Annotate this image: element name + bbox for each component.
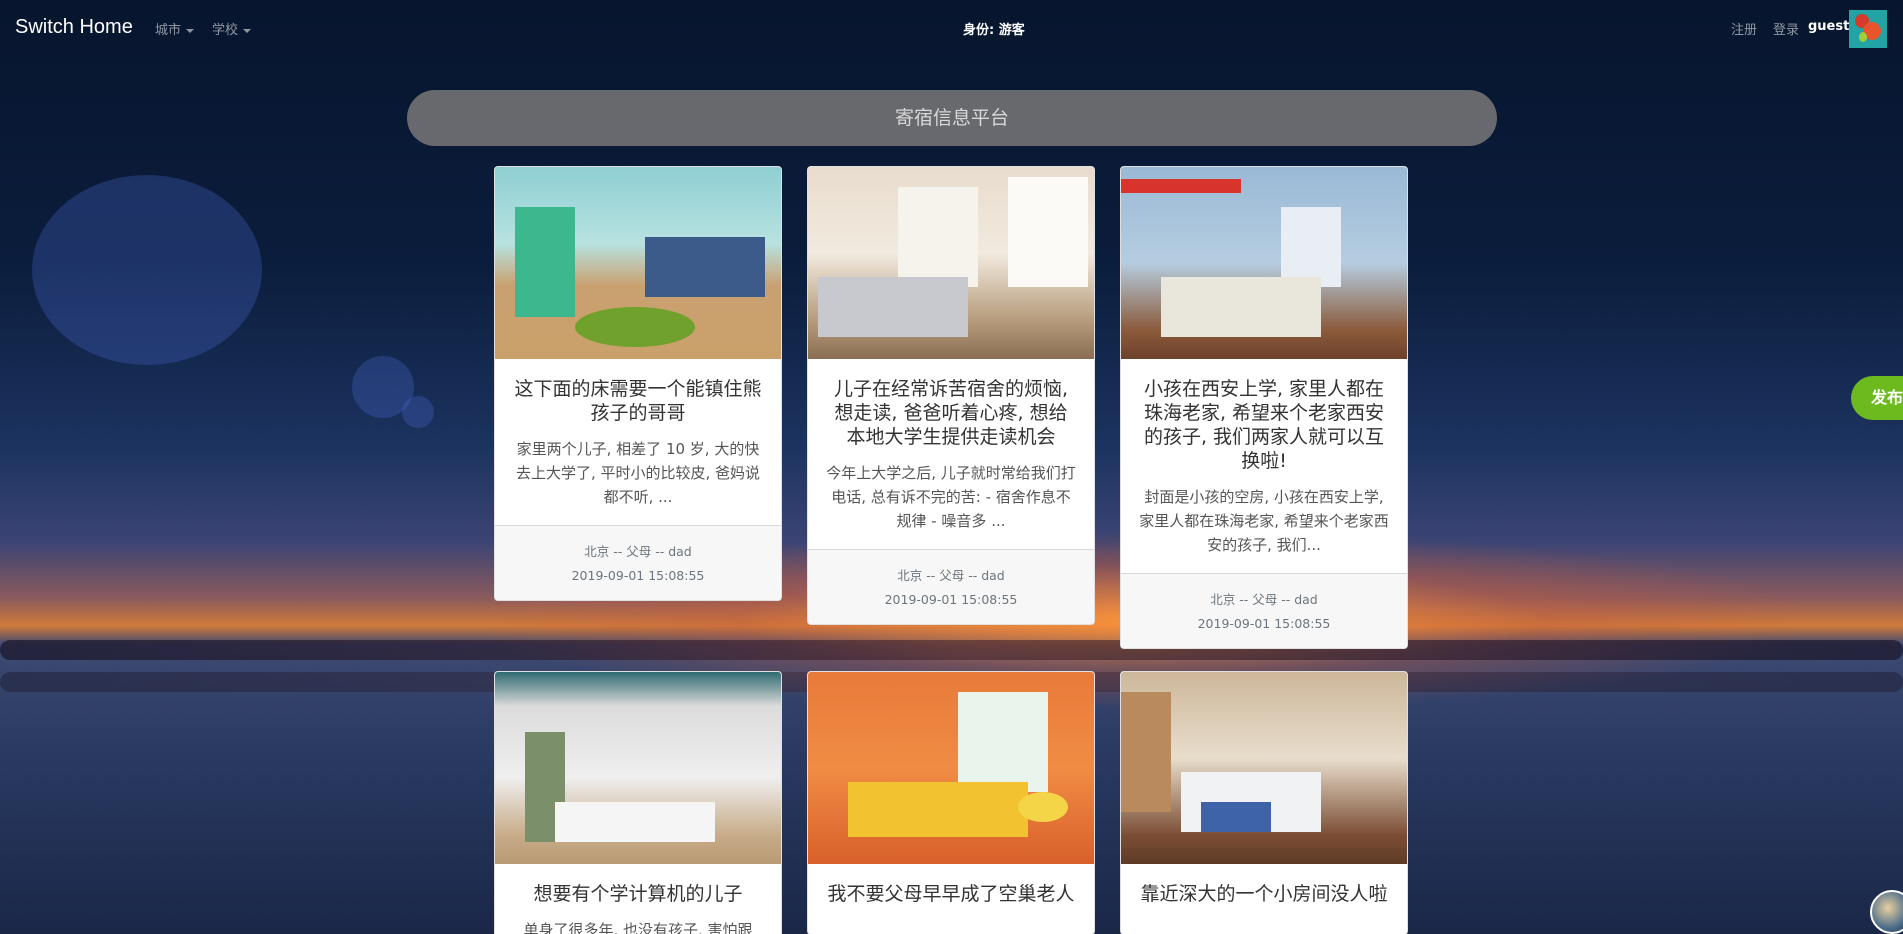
listing-footer: 北京 -- 父母 -- dad 2019-09-01 15:08:55: [1121, 573, 1407, 648]
chat-avatar[interactable]: [1870, 890, 1903, 934]
listing-card[interactable]: 我不要父母早早成了空巢老人: [807, 671, 1095, 934]
search-input[interactable]: [407, 90, 1497, 146]
listing-timestamp: 2019-09-01 15:08:55: [1197, 616, 1331, 631]
register-link[interactable]: 注册: [1731, 19, 1757, 38]
school-dropdown-label: 学校: [212, 23, 239, 38]
listing-title[interactable]: 小孩在西安上学, 家里人都在珠海老家, 希望来个老家西安的孩子, 我们两家人就可…: [1139, 377, 1389, 473]
listing-description: 单身了很多年, 也没有孩子, 害怕跟: [523, 921, 753, 934]
listing-title[interactable]: 这下面的床需要一个能镇住熊孩子的哥哥: [513, 377, 763, 425]
listing-title[interactable]: 想要有个学计算机的儿子: [513, 882, 763, 906]
listing-image[interactable]: [1121, 672, 1407, 864]
listing-card[interactable]: 想要有个学计算机的儿子 单身了很多年, 也没有孩子, 害怕跟: [494, 671, 782, 934]
listing-image[interactable]: [808, 167, 1094, 359]
listing-footer: 北京 -- 父母 -- dad 2019-09-01 15:08:55: [808, 549, 1094, 624]
listing-description: 封面是小孩的空房, 小孩在西安上学, 家里人都在珠海老家, 希望来个老家西安的孩…: [1139, 488, 1389, 554]
background-bokeh: [352, 356, 414, 418]
background-bokeh: [32, 175, 262, 365]
listing-title[interactable]: 靠近深大的一个小房间没人啦: [1139, 882, 1389, 906]
city-dropdown-label: 城市: [155, 23, 182, 38]
city-dropdown[interactable]: 城市: [155, 19, 195, 38]
listing-image[interactable]: [808, 672, 1094, 864]
background-clouds: [0, 640, 1903, 660]
chevron-down-icon: [186, 28, 195, 33]
listing-card[interactable]: 这下面的床需要一个能镇住熊孩子的哥哥 家里两个儿子, 相差了 10 岁, 大的快…: [494, 166, 782, 601]
school-dropdown[interactable]: 学校: [212, 19, 252, 38]
listing-image[interactable]: [1121, 167, 1407, 359]
listing-title[interactable]: 儿子在经常诉苦宿舍的烦恼, 想走读, 爸爸听着心疼, 想给本地大学生提供走读机会: [826, 377, 1076, 449]
top-navbar: Switch Home 城市 学校 身份: 游客 注册 登录 guest: [0, 0, 1903, 56]
brand-logo-link[interactable]: Switch Home: [15, 16, 133, 39]
publish-button[interactable]: 发布: [1851, 376, 1903, 420]
listing-description: 今年上大学之后, 儿子就时常给我们打电话, 总有诉不完的苦: - 宿舍作息不规律…: [826, 464, 1076, 530]
listing-meta: 北京 -- 父母 -- dad: [897, 568, 1005, 583]
listing-card[interactable]: 靠近深大的一个小房间没人啦: [1120, 671, 1408, 934]
listing-timestamp: 2019-09-01 15:08:55: [571, 568, 705, 583]
username-label: guest: [1808, 19, 1850, 34]
listing-timestamp: 2019-09-01 15:08:55: [884, 592, 1018, 607]
listing-card[interactable]: 儿子在经常诉苦宿舍的烦恼, 想走读, 爸爸听着心疼, 想给本地大学生提供走读机会…: [807, 166, 1095, 625]
chevron-down-icon: [243, 28, 252, 33]
listing-meta: 北京 -- 父母 -- dad: [1210, 592, 1318, 607]
listing-card[interactable]: 小孩在西安上学, 家里人都在珠海老家, 希望来个老家西安的孩子, 我们两家人就可…: [1120, 166, 1408, 649]
listing-meta: 北京 -- 父母 -- dad: [584, 544, 692, 559]
background-bokeh: [402, 396, 434, 428]
listing-image[interactable]: [495, 167, 781, 359]
listing-image[interactable]: [495, 672, 781, 864]
identity-label: 身份: 游客: [963, 23, 1025, 38]
listing-description: 家里两个儿子, 相差了 10 岁, 大的快去上大学了, 平时小的比较皮, 爸妈说…: [515, 440, 761, 506]
listing-footer: 北京 -- 父母 -- dad 2019-09-01 15:08:55: [495, 525, 781, 600]
avatar[interactable]: [1849, 10, 1887, 48]
login-link[interactable]: 登录: [1773, 19, 1799, 38]
listing-title[interactable]: 我不要父母早早成了空巢老人: [826, 882, 1076, 906]
